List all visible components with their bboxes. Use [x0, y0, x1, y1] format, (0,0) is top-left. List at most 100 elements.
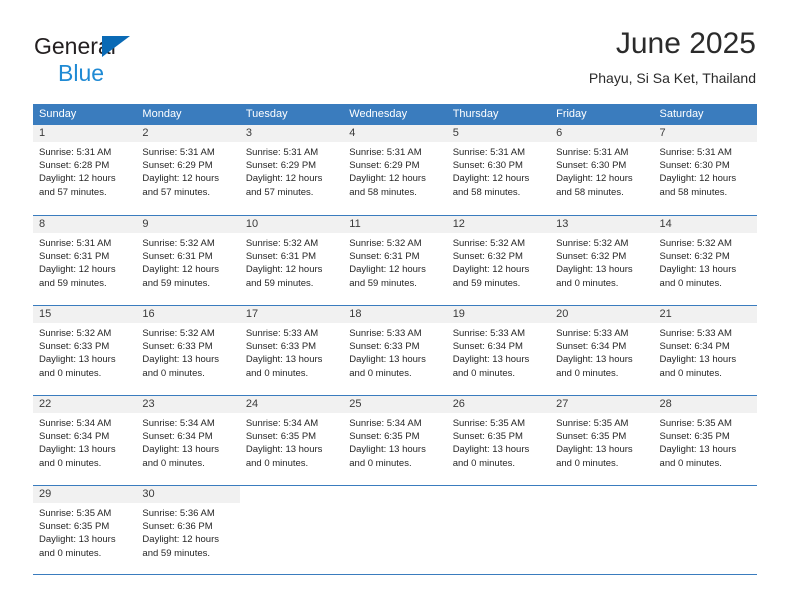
- day-details: Sunrise: 5:35 AM Sunset: 6:35 PM Daylight:…: [654, 413, 757, 470]
- calendar-day-cell[interactable]: 30 Sunrise: 5:36 AM Sunset: 6:36 PM Dayligh…: [136, 486, 240, 574]
- daylight-duration-line1: Daylight: 12 hours: [142, 534, 219, 546]
- daylight-duration-line1: Daylight: 13 hours: [556, 264, 633, 276]
- daylight-duration-line2: and 57 minutes.: [245, 186, 314, 198]
- calendar-day-cell[interactable]: 8 Sunrise: 5:31 AM Sunset: 6:31 PM Daylight…: [33, 216, 137, 305]
- page-title: June 2025: [615, 27, 756, 60]
- weekday-header-monday: Monday: [142, 108, 182, 120]
- calendar-day-cell-empty: [239, 486, 344, 574]
- daylight-duration-line1: Daylight: 12 hours: [452, 264, 530, 276]
- daylight-duration-line2: and 0 minutes.: [659, 457, 722, 469]
- sunset-time: Sunset: 6:33 PM: [142, 341, 213, 353]
- calendar-day-cell[interactable]: 6 Sunrise: 5:31 AM Sunset: 6:30 PM Daylight…: [550, 125, 654, 215]
- daylight-duration-line2: and 59 minutes.: [452, 277, 521, 289]
- calendar-day-cell[interactable]: 29 Sunrise: 5:35 AM Sunset: 6:35 PM Dayligh…: [33, 486, 137, 574]
- daylight-duration-line1: Daylight: 13 hours: [245, 444, 323, 456]
- day-details: Sunrise: 5:32 AM Sunset: 6:33 PM Daylight:…: [136, 323, 239, 380]
- daylight-duration-line2: and 0 minutes.: [245, 367, 309, 379]
- daylight-duration-line1: Daylight: 13 hours: [142, 444, 219, 456]
- sunrise-time: Sunrise: 5:31 AM: [556, 147, 629, 158]
- day-number: [447, 486, 550, 503]
- calendar-day-cell[interactable]: 17 Sunrise: 5:33 AM Sunset: 6:33 PM Dayligh…: [239, 306, 344, 395]
- calendar-day-cell-empty: [550, 486, 654, 574]
- calendar-day-cell[interactable]: 15 Sunrise: 5:32 AM Sunset: 6:33 PM Dayligh…: [33, 306, 137, 395]
- daylight-duration-line2: and 0 minutes.: [142, 457, 205, 469]
- daylight-duration-line2: and 58 minutes.: [659, 186, 728, 198]
- sunrise-time: Sunrise: 5:35 AM: [39, 508, 112, 519]
- day-number: 23: [136, 396, 240, 413]
- sunrise-time: Sunrise: 5:34 AM: [142, 418, 215, 429]
- sunset-time: Sunset: 6:35 PM: [349, 431, 420, 443]
- sunrise-time: Sunrise: 5:34 AM: [39, 418, 112, 429]
- calendar-day-cell[interactable]: 28 Sunrise: 5:35 AM Sunset: 6:35 PM Dayligh…: [653, 396, 757, 485]
- sunrise-time: Sunrise: 5:31 AM: [452, 147, 526, 158]
- daylight-duration-line1: Daylight: 13 hours: [349, 444, 426, 456]
- day-details: Sunrise: 5:31 AM Sunset: 6:29 PM Daylight:…: [136, 142, 239, 199]
- day-number: 26: [446, 396, 551, 413]
- sunrise-time: Sunrise: 5:32 AM: [349, 238, 422, 249]
- daylight-duration-line2: and 0 minutes.: [452, 457, 516, 469]
- calendar-day-cell[interactable]: 1 Sunrise: 5:31 AM Sunset: 6:28 PM Daylight…: [33, 125, 137, 215]
- sunset-time: Sunset: 6:31 PM: [142, 251, 213, 263]
- calendar-day-cell[interactable]: 22 Sunrise: 5:34 AM Sunset: 6:34 PM Dayligh…: [33, 396, 137, 485]
- daylight-duration-line1: Daylight: 12 hours: [39, 264, 116, 276]
- day-details: Sunrise: 5:32 AM Sunset: 6:32 PM Daylight:…: [550, 233, 653, 290]
- day-details: Sunrise: 5:33 AM Sunset: 6:33 PM Daylight:…: [240, 323, 343, 380]
- sunrise-time: Sunrise: 5:32 AM: [39, 328, 112, 339]
- calendar-day-cell[interactable]: 2 Sunrise: 5:31 AM Sunset: 6:29 PM Daylight…: [136, 125, 240, 215]
- sunrise-time: Sunrise: 5:33 AM: [452, 328, 526, 339]
- page-subtitle-location: Phayu, Si Sa Ket, Thailand: [588, 70, 756, 86]
- daylight-duration-line2: and 0 minutes.: [142, 367, 205, 379]
- sunrise-time: Sunrise: 5:32 AM: [142, 238, 215, 249]
- day-number: 3: [239, 125, 344, 142]
- day-details: Sunrise: 5:33 AM Sunset: 6:34 PM Daylight:…: [654, 323, 757, 380]
- daylight-duration-line1: Daylight: 13 hours: [39, 444, 116, 456]
- logo-triangle-icon: [102, 36, 130, 57]
- day-number: 15: [33, 306, 137, 323]
- sunrise-time: Sunrise: 5:34 AM: [245, 418, 319, 429]
- calendar-day-cell[interactable]: 26 Sunrise: 5:35 AM Sunset: 6:35 PM Dayligh…: [446, 396, 551, 485]
- calendar-day-cell[interactable]: 21 Sunrise: 5:33 AM Sunset: 6:34 PM Dayligh…: [653, 306, 757, 395]
- daylight-duration-line2: and 0 minutes.: [659, 277, 722, 289]
- calendar-day-cell[interactable]: 23 Sunrise: 5:34 AM Sunset: 6:34 PM Dayligh…: [136, 396, 240, 485]
- calendar-day-cell[interactable]: 9 Sunrise: 5:32 AM Sunset: 6:31 PM Daylight…: [136, 216, 240, 305]
- daylight-duration-line1: Daylight: 12 hours: [659, 173, 737, 185]
- calendar-day-cell[interactable]: 3 Sunrise: 5:31 AM Sunset: 6:29 PM Daylight…: [239, 125, 344, 215]
- sunset-time: Sunset: 6:33 PM: [349, 341, 420, 353]
- sunset-time: Sunset: 6:29 PM: [349, 160, 420, 172]
- weekday-header-saturday: Saturday: [659, 108, 704, 120]
- calendar-day-cell[interactable]: 20 Sunrise: 5:33 AM Sunset: 6:34 PM Dayligh…: [550, 306, 654, 395]
- calendar-week-row: 1 Sunrise: 5:31 AM Sunset: 6:28 PM Daylight…: [33, 125, 757, 215]
- sunrise-time: Sunrise: 5:34 AM: [349, 418, 422, 429]
- day-number: 25: [343, 396, 447, 413]
- calendar-day-cell[interactable]: 4 Sunrise: 5:31 AM Sunset: 6:29 PM Daylight…: [343, 125, 447, 215]
- calendar-day-cell[interactable]: 14 Sunrise: 5:32 AM Sunset: 6:32 PM Dayligh…: [653, 216, 757, 305]
- day-details: Sunrise: 5:31 AM Sunset: 6:30 PM Daylight:…: [654, 142, 757, 199]
- daylight-duration-line1: Daylight: 13 hours: [39, 534, 116, 546]
- calendar-day-cell[interactable]: 24 Sunrise: 5:34 AM Sunset: 6:35 PM Dayligh…: [239, 396, 344, 485]
- logo-line-general: General: [34, 33, 254, 59]
- sunrise-time: Sunrise: 5:33 AM: [245, 328, 319, 339]
- calendar-day-cell[interactable]: 16 Sunrise: 5:32 AM Sunset: 6:33 PM Dayligh…: [136, 306, 240, 395]
- calendar-day-cell[interactable]: 27 Sunrise: 5:35 AM Sunset: 6:35 PM Dayligh…: [550, 396, 654, 485]
- day-number: 14: [653, 216, 757, 233]
- calendar-week-row: 8 Sunrise: 5:31 AM Sunset: 6:31 PM Daylight…: [33, 215, 757, 305]
- weekday-header-thursday: Thursday: [452, 108, 499, 120]
- calendar-day-cell[interactable]: 25 Sunrise: 5:34 AM Sunset: 6:35 PM Dayligh…: [343, 396, 447, 485]
- calendar-day-cell[interactable]: 19 Sunrise: 5:33 AM Sunset: 6:34 PM Dayligh…: [446, 306, 551, 395]
- calendar-day-cell[interactable]: 18 Sunrise: 5:33 AM Sunset: 6:33 PM Dayligh…: [343, 306, 447, 395]
- calendar-day-cell[interactable]: 13 Sunrise: 5:32 AM Sunset: 6:32 PM Dayligh…: [550, 216, 654, 305]
- daylight-duration-line2: and 0 minutes.: [556, 367, 619, 379]
- generalblue-logo[interactable]: General Blue: [34, 33, 254, 86]
- calendar-day-cell[interactable]: 5 Sunrise: 5:31 AM Sunset: 6:30 PM Daylight…: [446, 125, 551, 215]
- calendar-day-cell[interactable]: 11 Sunrise: 5:32 AM Sunset: 6:31 PM Dayligh…: [343, 216, 447, 305]
- calendar-day-cell[interactable]: 12 Sunrise: 5:32 AM Sunset: 6:32 PM Dayligh…: [446, 216, 551, 305]
- daylight-duration-line2: and 57 minutes.: [39, 186, 107, 198]
- sunrise-time: Sunrise: 5:31 AM: [349, 147, 422, 158]
- calendar-day-cell-empty: [446, 486, 551, 574]
- daylight-duration-line2: and 0 minutes.: [39, 367, 102, 379]
- sunrise-time: Sunrise: 5:32 AM: [659, 238, 732, 249]
- day-number: 18: [343, 306, 447, 323]
- calendar-day-cell[interactable]: 10 Sunrise: 5:32 AM Sunset: 6:31 PM Dayligh…: [239, 216, 344, 305]
- calendar-day-cell[interactable]: 7 Sunrise: 5:31 AM Sunset: 6:30 PM Daylight…: [653, 125, 757, 215]
- day-details: Sunrise: 5:32 AM Sunset: 6:32 PM Daylight:…: [654, 233, 757, 290]
